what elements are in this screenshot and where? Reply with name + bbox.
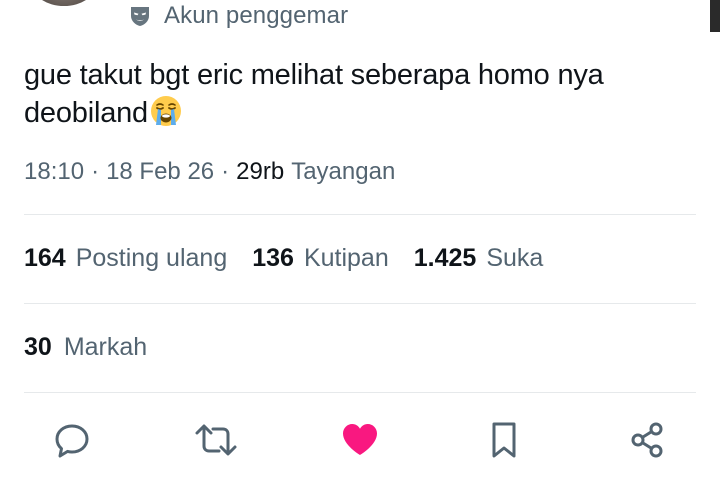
tweet-detail-page: Akun penggemar gue takut bgt eric meliha… (0, 0, 720, 482)
likes-label: Suka (486, 244, 544, 272)
edge-shadow (710, 0, 720, 32)
tweet-date[interactable]: 18 Feb 26 (106, 158, 214, 186)
repost-button[interactable] (194, 420, 238, 464)
share-icon (628, 420, 668, 465)
quotes-stat[interactable]: 136 Kutipan (252, 244, 389, 273)
repost-icon (194, 420, 238, 465)
quotes-count: 136 (252, 244, 294, 272)
loudly-crying-face-emoji (149, 94, 183, 128)
likes-count: 1.425 (413, 244, 477, 272)
tweet-text: gue takut bgt eric melihat seberapa homo… (24, 56, 704, 132)
divider (24, 303, 696, 304)
views-label[interactable]: Tayangan (291, 158, 395, 186)
divider (24, 214, 696, 215)
reposts-stat[interactable]: 164 Posting ulang (24, 244, 227, 273)
quotes-label: Kutipan (303, 244, 389, 272)
avatar[interactable] (32, 0, 96, 6)
engagement-stats: 164 Posting ulang 136 Kutipan 1.425 Suka (24, 244, 568, 273)
mask-icon (128, 4, 152, 28)
tweet-body: gue takut bgt eric melihat seberapa homo… (24, 59, 604, 129)
reply-button[interactable] (50, 420, 94, 464)
heart-icon (340, 420, 380, 465)
reply-icon (52, 420, 92, 465)
views-count[interactable]: 29rb (236, 158, 284, 186)
reposts-count: 164 (24, 244, 66, 272)
meta-separator: · (221, 158, 230, 185)
divider (24, 392, 696, 393)
bookmarks-label: Markah (63, 333, 148, 361)
bookmark-button[interactable] (482, 420, 526, 464)
bookmark-icon (484, 420, 524, 465)
tweet-meta: 18:10 · 18 Feb 26 · 29rb Tayangan (24, 158, 395, 186)
fan-account-row: Akun penggemar (128, 2, 348, 30)
share-button[interactable] (626, 420, 670, 464)
meta-separator: · (91, 158, 100, 185)
reposts-label: Posting ulang (75, 244, 228, 272)
bookmarks-count: 30 (24, 333, 52, 361)
action-bar (0, 420, 720, 464)
fan-account-label: Akun penggemar (164, 2, 349, 29)
likes-stat[interactable]: 1.425 Suka (414, 244, 544, 273)
bookmarks-stat[interactable]: 30 Markah (24, 333, 147, 362)
tweet-time[interactable]: 18:10 (24, 158, 84, 186)
like-button[interactable] (338, 420, 382, 464)
